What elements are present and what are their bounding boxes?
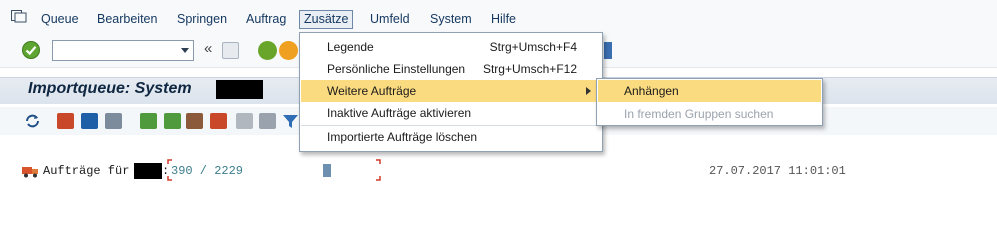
chevron-right-icon [586, 87, 591, 95]
menu-item-label: Legende [327, 40, 374, 54]
menu-hilfe[interactable]: Hilfe [487, 10, 520, 29]
menu-item-importierte-auftraege-loeschen[interactable]: Importierte Aufträge löschen [301, 126, 601, 148]
menu-system[interactable]: System [426, 10, 476, 29]
page-title: Importqueue: System [28, 80, 192, 97]
detail-icon[interactable] [210, 113, 227, 129]
back-icon[interactable] [258, 41, 277, 60]
chevron-down-icon[interactable] [181, 48, 189, 53]
document-icon[interactable] [236, 113, 253, 129]
status-count: 390 / 2229 [171, 164, 244, 178]
menu-item-persoenliche-einstellungen[interactable]: Persönliche Einstellungen Strg+Umsch+F12 [301, 58, 601, 80]
status-label: Aufträge für [43, 164, 130, 178]
document-check-icon[interactable] [259, 113, 276, 129]
redacted-system-id [216, 80, 263, 99]
menu-item-label: Weitere Aufträge [327, 84, 417, 98]
redacted-target [134, 163, 162, 179]
layout-icon[interactable] [604, 42, 612, 59]
menu-springen[interactable]: Springen [173, 10, 231, 29]
menu-item-label: Persönliche Einstellungen [327, 62, 466, 76]
menu-item-legende[interactable]: Legende Strg+Umsch+F4 [301, 36, 601, 58]
progress-marker [323, 164, 331, 177]
truck-icon[interactable] [57, 113, 74, 129]
menu-item-accelerator: Strg+Umsch+F12 [482, 62, 577, 76]
status-datetime: 27.07.2017 11:01:01 [709, 164, 846, 178]
funnel-icon[interactable] [282, 113, 299, 129]
command-field[interactable] [52, 40, 194, 61]
sort-icon[interactable] [140, 113, 157, 129]
back-glyph[interactable]: « [204, 40, 212, 57]
truck-status-icon [22, 167, 38, 178]
select-icon[interactable] [186, 113, 203, 129]
menu-queue[interactable]: Queue [37, 10, 83, 29]
menu-item-accelerator: Strg+Umsch+F4 [489, 40, 577, 54]
zusaetze-dropdown: Legende Strg+Umsch+F4 Persönliche Einste… [299, 32, 603, 152]
menu-umfeld[interactable]: Umfeld [366, 10, 414, 29]
menu-item-label: Inaktive Aufträge aktivieren [327, 106, 472, 120]
execute-icon[interactable] [81, 113, 98, 129]
enter-check-icon[interactable] [21, 40, 41, 60]
delete-icon[interactable] [105, 113, 122, 129]
weitere-auftraege-submenu: Anhängen In fremden Gruppen suchen [596, 78, 823, 126]
save-icon[interactable] [222, 42, 239, 59]
menu-item-label: Importierte Aufträge löschen [327, 130, 478, 144]
menu-zusaetze[interactable]: Zusätze [299, 10, 354, 29]
menu-bearbeiten[interactable]: Bearbeiten [93, 10, 161, 29]
refresh-icon[interactable] [24, 113, 41, 129]
menu-item-in-fremden-gruppen-suchen: In fremden Gruppen suchen [598, 103, 821, 125]
filter-icon[interactable] [164, 113, 181, 129]
selection-bracket-right [376, 159, 381, 181]
exit-icon[interactable] [279, 41, 298, 60]
menu-item-inaktive-auftraege[interactable]: Inaktive Aufträge aktivieren [301, 102, 601, 124]
app-menu-icon[interactable] [11, 10, 27, 23]
menu-item-label: In fremden Gruppen suchen [624, 107, 774, 121]
menu-item-label: Anhängen [624, 84, 679, 98]
menu-auftrag[interactable]: Auftrag [242, 10, 290, 29]
menu-item-weitere-auftraege[interactable]: Weitere Aufträge [301, 80, 601, 102]
menu-item-anhaengen[interactable]: Anhängen [598, 80, 821, 102]
